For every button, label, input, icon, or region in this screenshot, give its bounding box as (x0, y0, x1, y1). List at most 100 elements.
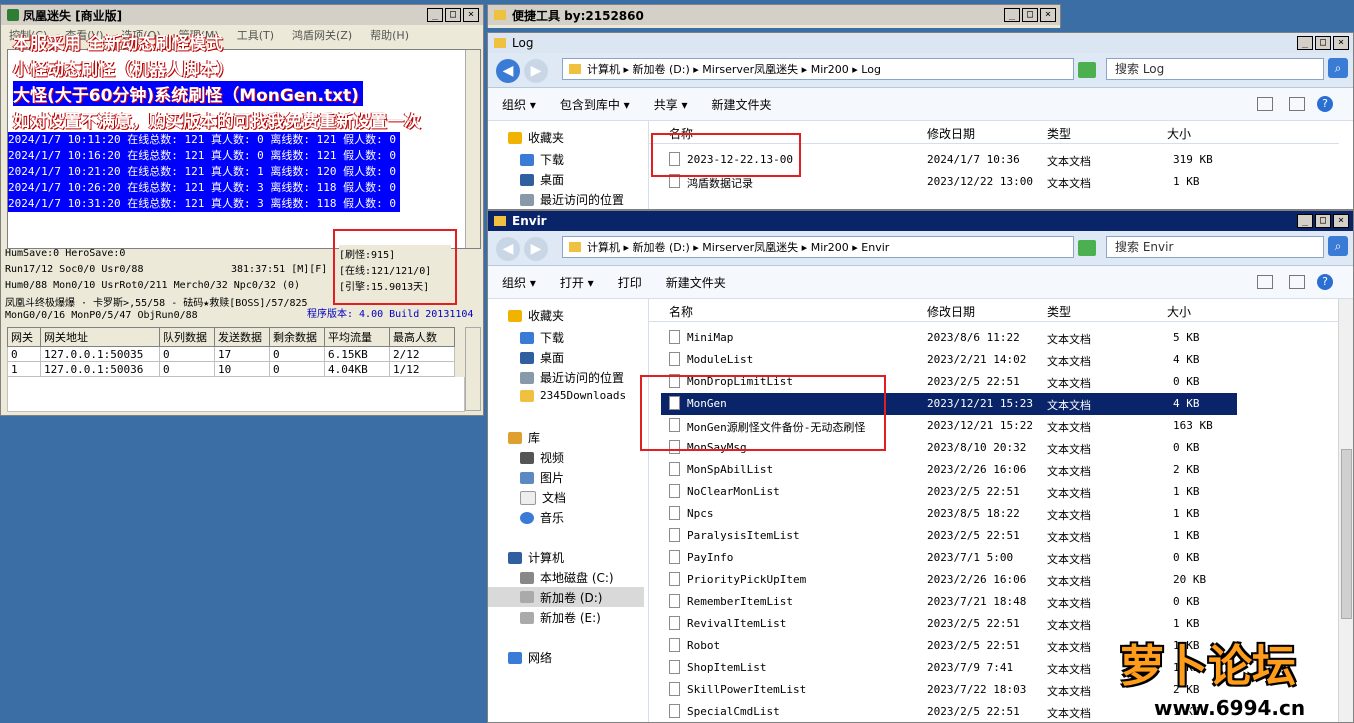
nav-recent[interactable]: 最近访问的位置 (520, 191, 624, 208)
print-button[interactable]: 打印 (618, 274, 642, 291)
refresh-icon[interactable] (1078, 240, 1096, 256)
nav-downloads[interactable]: 下载 (520, 329, 564, 346)
log-titlebar[interactable]: Log _ □ × (488, 33, 1353, 53)
minimize-button[interactable]: _ (427, 8, 443, 22)
breadcrumb-item[interactable]: 计算机 (587, 61, 620, 77)
nav-desktop[interactable]: 桌面 (520, 171, 564, 188)
search-icon[interactable]: ⌕ (1328, 236, 1348, 256)
col-remain[interactable]: 剩余数据 (269, 327, 325, 347)
list-item[interactable]: PayInfo 2023/7/1 5:00 文本文档 0 KB (661, 547, 1237, 569)
col-size[interactable]: 大小 (1167, 303, 1191, 320)
nav-drive-e[interactable]: 新加卷 (E:) (520, 609, 601, 626)
preview-pane-icon[interactable] (1289, 97, 1305, 111)
list-item[interactable]: ModuleList 2023/2/21 14:02 文本文档 4 KB (661, 349, 1237, 371)
envir-titlebar[interactable]: Envir _ □ × (488, 211, 1353, 231)
address-bar[interactable]: 计算机 ▸ 新加卷 (D:) ▸ Mirserver凤凰迷失 ▸ Mir200 … (562, 236, 1074, 258)
include-library-button[interactable]: 包含到库中 ▾ (560, 96, 630, 113)
minimize-button[interactable]: _ (1297, 36, 1313, 50)
nav-computer[interactable]: 计算机 (508, 549, 564, 566)
back-button[interactable]: ◀ (496, 237, 520, 261)
table-row[interactable]: 1 127.0.0.1:50036 0 10 0 4.04KB 1/12 (7, 361, 455, 377)
table-scrollbar[interactable] (465, 327, 481, 411)
nav-desktop[interactable]: 桌面 (520, 349, 564, 366)
breadcrumb-item[interactable]: 新加卷 (D:) (633, 239, 690, 255)
search-input[interactable]: 搜索 Log (1106, 58, 1324, 80)
breadcrumb-item[interactable]: Mirserver凤凰迷失 (702, 239, 798, 255)
col-date[interactable]: 修改日期 (927, 125, 975, 142)
col-address[interactable]: 网关地址 (40, 327, 160, 347)
scrollbar-thumb[interactable] (1341, 449, 1352, 619)
nav-pictures[interactable]: 图片 (520, 469, 564, 486)
list-item[interactable]: MiniMap 2023/8/6 11:22 文本文档 5 KB (661, 327, 1237, 349)
nav-favorites[interactable]: 收藏夹 (508, 307, 564, 324)
address-bar[interactable]: 计算机 ▸ 新加卷 (D:) ▸ Mirserver凤凰迷失 ▸ Mir200 … (562, 58, 1074, 80)
close-button[interactable]: × (1040, 8, 1056, 22)
breadcrumb-item[interactable]: Mirserver凤凰迷失 (702, 61, 798, 77)
list-item[interactable]: MonSpAbilList 2023/2/26 16:06 文本文档 2 KB (661, 459, 1237, 481)
close-button[interactable]: × (1333, 214, 1349, 228)
forward-button[interactable]: ▶ (524, 59, 548, 83)
minimize-button[interactable]: _ (1004, 8, 1020, 22)
col-max[interactable]: 最高人数 (389, 327, 455, 347)
menu-tools[interactable]: 工具(T) (237, 27, 274, 43)
maximize-button[interactable]: □ (445, 8, 461, 22)
preview-pane-icon[interactable] (1289, 275, 1305, 289)
forward-button[interactable]: ▶ (524, 237, 548, 261)
maximize-button[interactable]: □ (1315, 36, 1331, 50)
list-item[interactable]: ParalysisItemList 2023/2/5 22:51 文本文档 1 KB (661, 525, 1237, 547)
list-item[interactable]: RememberItemList 2023/7/21 18:48 文本文档 0 KB (661, 591, 1237, 613)
organize-button[interactable]: 组织 ▾ (502, 96, 536, 113)
new-folder-button[interactable]: 新建文件夹 (712, 96, 772, 113)
organize-button[interactable]: 组织 ▾ (502, 274, 536, 291)
view-options-icon[interactable] (1257, 275, 1273, 289)
refresh-icon[interactable] (1078, 62, 1096, 78)
col-send[interactable]: 发送数据 (214, 327, 270, 347)
tool-titlebar[interactable]: 便捷工具 by:2152860 _ □ × (488, 5, 1060, 25)
file-list-scrollbar[interactable] (1338, 299, 1353, 722)
menu-help[interactable]: 帮助(H) (370, 27, 409, 43)
breadcrumb-item[interactable]: 计算机 (587, 239, 620, 255)
view-options-icon[interactable] (1257, 97, 1273, 111)
nav-documents[interactable]: 文档 (520, 489, 566, 506)
maximize-button[interactable]: □ (1315, 214, 1331, 228)
col-avg[interactable]: 平均流量 (324, 327, 390, 347)
nav-drive-d[interactable]: 新加卷 (D:) (488, 587, 644, 607)
open-button[interactable]: 打开 ▾ (560, 274, 594, 291)
new-folder-button[interactable]: 新建文件夹 (666, 274, 726, 291)
col-type[interactable]: 类型 (1047, 125, 1071, 142)
search-icon[interactable]: ⌕ (1328, 58, 1348, 78)
breadcrumb-item[interactable]: Mir200 (811, 63, 849, 76)
nav-videos[interactable]: 视频 (520, 449, 564, 466)
maximize-button[interactable]: □ (1022, 8, 1038, 22)
nav-network[interactable]: 网络 (508, 649, 552, 666)
breadcrumb-item[interactable]: Mir200 (811, 241, 849, 254)
col-date[interactable]: 修改日期 (927, 303, 975, 320)
breadcrumb-item[interactable]: 新加卷 (D:) (633, 61, 690, 77)
nav-drive-c[interactable]: 本地磁盘 (C:) (520, 569, 614, 586)
help-icon[interactable]: ? (1317, 96, 1333, 112)
back-button[interactable]: ◀ (496, 59, 520, 83)
nav-2345downloads[interactable]: 2345Downloads (520, 389, 626, 402)
menu-gateway[interactable]: 鸿盾网关(Z) (292, 27, 352, 43)
breadcrumb-item[interactable]: Log (861, 63, 881, 76)
log-scrollbar[interactable] (465, 50, 480, 248)
nav-downloads[interactable]: 下载 (520, 151, 564, 168)
list-item[interactable]: NoClearMonList 2023/2/5 22:51 文本文档 1 KB (661, 481, 1237, 503)
nav-recent[interactable]: 最近访问的位置 (520, 369, 624, 386)
col-gateway[interactable]: 网关 (7, 327, 41, 347)
close-button[interactable]: × (463, 8, 479, 22)
nav-favorites[interactable]: 收藏夹 (508, 129, 564, 146)
close-button[interactable]: × (1333, 36, 1349, 50)
col-queue[interactable]: 队列数据 (159, 327, 215, 347)
minimize-button[interactable]: _ (1297, 214, 1313, 228)
breadcrumb-item[interactable]: Envir (861, 241, 889, 254)
col-type[interactable]: 类型 (1047, 303, 1071, 320)
share-button[interactable]: 共享 ▾ (654, 96, 688, 113)
nav-music[interactable]: 音乐 (520, 509, 564, 526)
nav-libraries[interactable]: 库 (508, 429, 540, 446)
search-input[interactable]: 搜索 Envir (1106, 236, 1324, 258)
col-name[interactable]: 名称 (669, 303, 693, 320)
list-item[interactable]: Npcs 2023/8/5 18:22 文本文档 1 KB (661, 503, 1237, 525)
game-server-titlebar[interactable]: 凤凰迷失 [商业版] _ □ × (1, 5, 483, 25)
table-row[interactable]: 0 127.0.0.1:50035 0 17 0 6.15KB 2/12 (7, 346, 455, 362)
